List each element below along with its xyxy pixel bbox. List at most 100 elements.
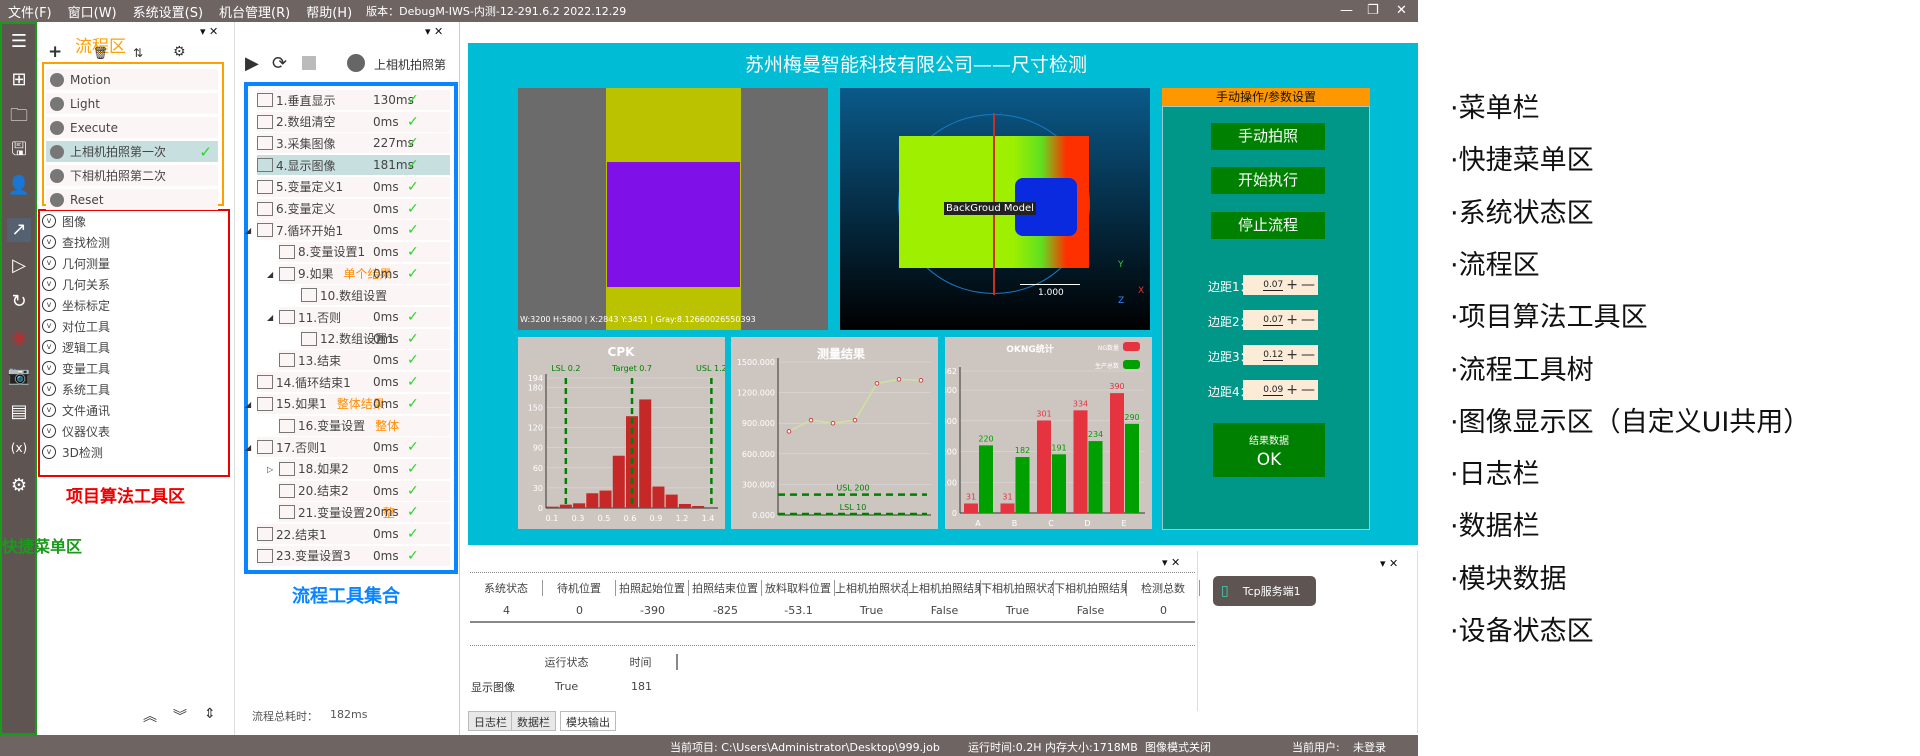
param-value[interactable]: 0.12 (1263, 350, 1284, 361)
sort-icon[interactable]: ⇕ (204, 706, 216, 722)
minimize-button[interactable]: — (1340, 3, 1353, 18)
panel-menu-icon[interactable]: ▾ ✕ (200, 25, 218, 38)
tool-tree-item[interactable]: 8.变量设置1 0ms ✓ (279, 241, 450, 262)
minus-icon[interactable]: — (1301, 347, 1315, 363)
param-stepper[interactable]: 0.07 + — (1243, 310, 1318, 330)
tool-category[interactable]: v 文件通讯 (42, 400, 110, 420)
tool-category[interactable]: v 变量工具 (42, 358, 110, 378)
flow-settings-icon[interactable]: ⚙ (173, 44, 186, 60)
image-view-2d[interactable]: W:3200 H:5800 | X:2843 Y:3451 | Gray:8.1… (518, 88, 828, 330)
flow-edit-icon[interactable]: ↗ (7, 218, 31, 242)
flow-item[interactable]: Execute (46, 117, 218, 138)
param-stepper[interactable]: 0.09 + — (1243, 380, 1318, 400)
tool-tree-item[interactable]: 22.结束1 0ms ✓ (257, 524, 450, 544)
tool-category[interactable]: v 3D检测 (42, 442, 103, 462)
manual-capture-button[interactable]: 手动拍照 (1211, 123, 1325, 150)
loop-icon[interactable]: ⟳ (272, 53, 287, 74)
run-once-icon[interactable]: ▶ (245, 53, 259, 74)
tool-tree-item[interactable]: 6.变量定义 0ms ✓ (257, 198, 450, 219)
tool-category[interactable]: v 几何测量 (42, 253, 110, 273)
menu-machine-management[interactable]: 机台管理(R) (211, 2, 298, 21)
expand-icon[interactable]: ◢ (245, 443, 251, 452)
list-icon[interactable]: ☰ (7, 30, 31, 54)
tool-tree-item[interactable]: 20.结束2 0ms ✓ (279, 480, 450, 501)
maximize-button[interactable]: ❐ (1367, 3, 1379, 18)
tool-tree-item[interactable]: 1.垂直显示 130ms ✓ (257, 90, 450, 110)
tool-tree-item[interactable]: 18.如果2 0ms ✓ (279, 458, 450, 479)
tool-tree-item[interactable]: 17.否则1 0ms ✓ (257, 437, 450, 458)
image-view-3d[interactable]: BackGroud Model 1.000 Y X Z (840, 88, 1150, 330)
tool-tree-item[interactable]: 3.采集图像 227ms ✓ (257, 133, 450, 154)
tool-tree-item[interactable]: 16.变量设置 整体 (279, 415, 450, 436)
device-icon[interactable]: ▤ (7, 400, 31, 424)
tool-tree-item[interactable]: 23.变量设置3 0ms ✓ (257, 545, 450, 566)
flow-item[interactable]: Motion (46, 69, 218, 90)
save-icon[interactable]: 🖫 (7, 138, 31, 162)
tool-category[interactable]: v 逻辑工具 (42, 337, 110, 357)
tab-data[interactable]: 数据栏 (511, 711, 556, 731)
param-value[interactable]: 0.09 (1263, 385, 1284, 396)
menu-window[interactable]: 窗口(W) (60, 2, 125, 21)
camera-icon[interactable]: 📷 (7, 364, 31, 388)
tool-category[interactable]: v 图像 (42, 211, 86, 231)
start-execute-button[interactable]: 开始执行 (1211, 167, 1325, 194)
flow-item[interactable]: Reset (46, 189, 218, 210)
tool-tree-item[interactable]: 21.变量设置2 整 0ms ✓ (279, 502, 450, 523)
move-down-icon[interactable]: ︾ (173, 706, 187, 726)
plus-icon[interactable]: + (1286, 312, 1298, 328)
tab-module-output[interactable]: 模块输出 (560, 711, 616, 731)
minus-icon[interactable]: — (1301, 277, 1315, 293)
param-stepper[interactable]: 0.12 + — (1243, 345, 1318, 365)
tool-category[interactable]: v 坐标标定 (42, 295, 110, 315)
param-stepper[interactable]: 0.07 + — (1243, 275, 1318, 295)
tool-tree-item[interactable]: 5.变量定义1 0ms ✓ (257, 176, 450, 197)
add-flow-icon[interactable]: + (48, 42, 62, 62)
expand-icon[interactable]: ◢ (245, 400, 251, 409)
stop-flow-button[interactable]: 停止流程 (1211, 212, 1325, 239)
expand-icon[interactable]: ◢ (267, 313, 273, 322)
stop-icon[interactable]: ◉ (7, 326, 31, 350)
tab-log[interactable]: 日志栏 (468, 711, 513, 731)
tool-tree-item[interactable]: 14.循环结束1 0ms ✓ (257, 372, 450, 393)
menu-help[interactable]: 帮助(H) (298, 2, 360, 21)
flow-item[interactable]: 上相机拍照第一次 ✓ (46, 141, 218, 162)
tool-category[interactable]: v 仪器仪表 (42, 421, 110, 441)
tool-category[interactable]: v 对位工具 (42, 316, 110, 336)
user-icon[interactable]: 👤 (7, 174, 31, 198)
plus-icon[interactable]: + (1286, 347, 1298, 363)
tool-category[interactable]: v 几何关系 (42, 274, 110, 294)
param-value[interactable]: 0.07 (1263, 315, 1284, 326)
tool-tree-item[interactable]: 15.如果1 整体结果 0ms ✓ (257, 393, 450, 414)
expand-icon[interactable]: ◢ (267, 270, 273, 279)
open-folder-icon[interactable]: 🗀 (7, 104, 31, 128)
tool-tree-item[interactable]: 4.显示图像 181ms ✓ (257, 155, 450, 176)
plus-icon[interactable]: + (1286, 277, 1298, 293)
loop-run-icon[interactable]: ↻ (7, 290, 31, 314)
close-button[interactable]: ✕ (1396, 3, 1407, 18)
menu-system-settings[interactable]: 系统设置(S) (125, 2, 211, 21)
tool-tree-item[interactable]: 10.数组设置 (301, 285, 450, 306)
param-value[interactable]: 0.07 (1263, 280, 1284, 291)
variable-icon[interactable]: (x) (7, 436, 31, 460)
tool-tree-item[interactable]: 7.循环开始1 0ms ✓ (257, 220, 450, 241)
tool-tree-item[interactable]: 12.数组设置1 0ms ✓ (301, 328, 450, 349)
settings-window-icon[interactable]: ⚙ (7, 474, 31, 498)
tool-tree-item[interactable]: 13.结束 0ms ✓ (279, 350, 450, 371)
device-tcp-server[interactable]: ▯ Tcp服务端1 (1213, 576, 1316, 606)
new-file-icon[interactable]: ⊞ (7, 68, 31, 92)
flow-item[interactable]: Light (46, 93, 218, 114)
panel-menu-icon[interactable]: ▾ ✕ (425, 25, 443, 38)
collapse-icon[interactable]: ▷ (267, 465, 273, 474)
tool-category[interactable]: v 系统工具 (42, 379, 110, 399)
minus-icon[interactable]: — (1301, 382, 1315, 398)
tool-tree-item[interactable]: 2.数组清空 0ms ✓ (257, 111, 450, 132)
plus-icon[interactable]: + (1286, 382, 1298, 398)
tool-category[interactable]: v 查找检测 (42, 232, 110, 252)
run-icon[interactable]: ▷ (7, 254, 31, 278)
panel-menu-icon[interactable]: ▾ ✕ (1380, 557, 1398, 570)
minus-icon[interactable]: — (1301, 312, 1315, 328)
panel-menu-icon[interactable]: ▾ ✕ (1162, 556, 1180, 569)
menu-file[interactable]: 文件(F) (0, 2, 60, 21)
delete-flow-icon[interactable]: 🗑 (93, 46, 108, 60)
move-up-icon[interactable]: ︽ (143, 706, 157, 726)
